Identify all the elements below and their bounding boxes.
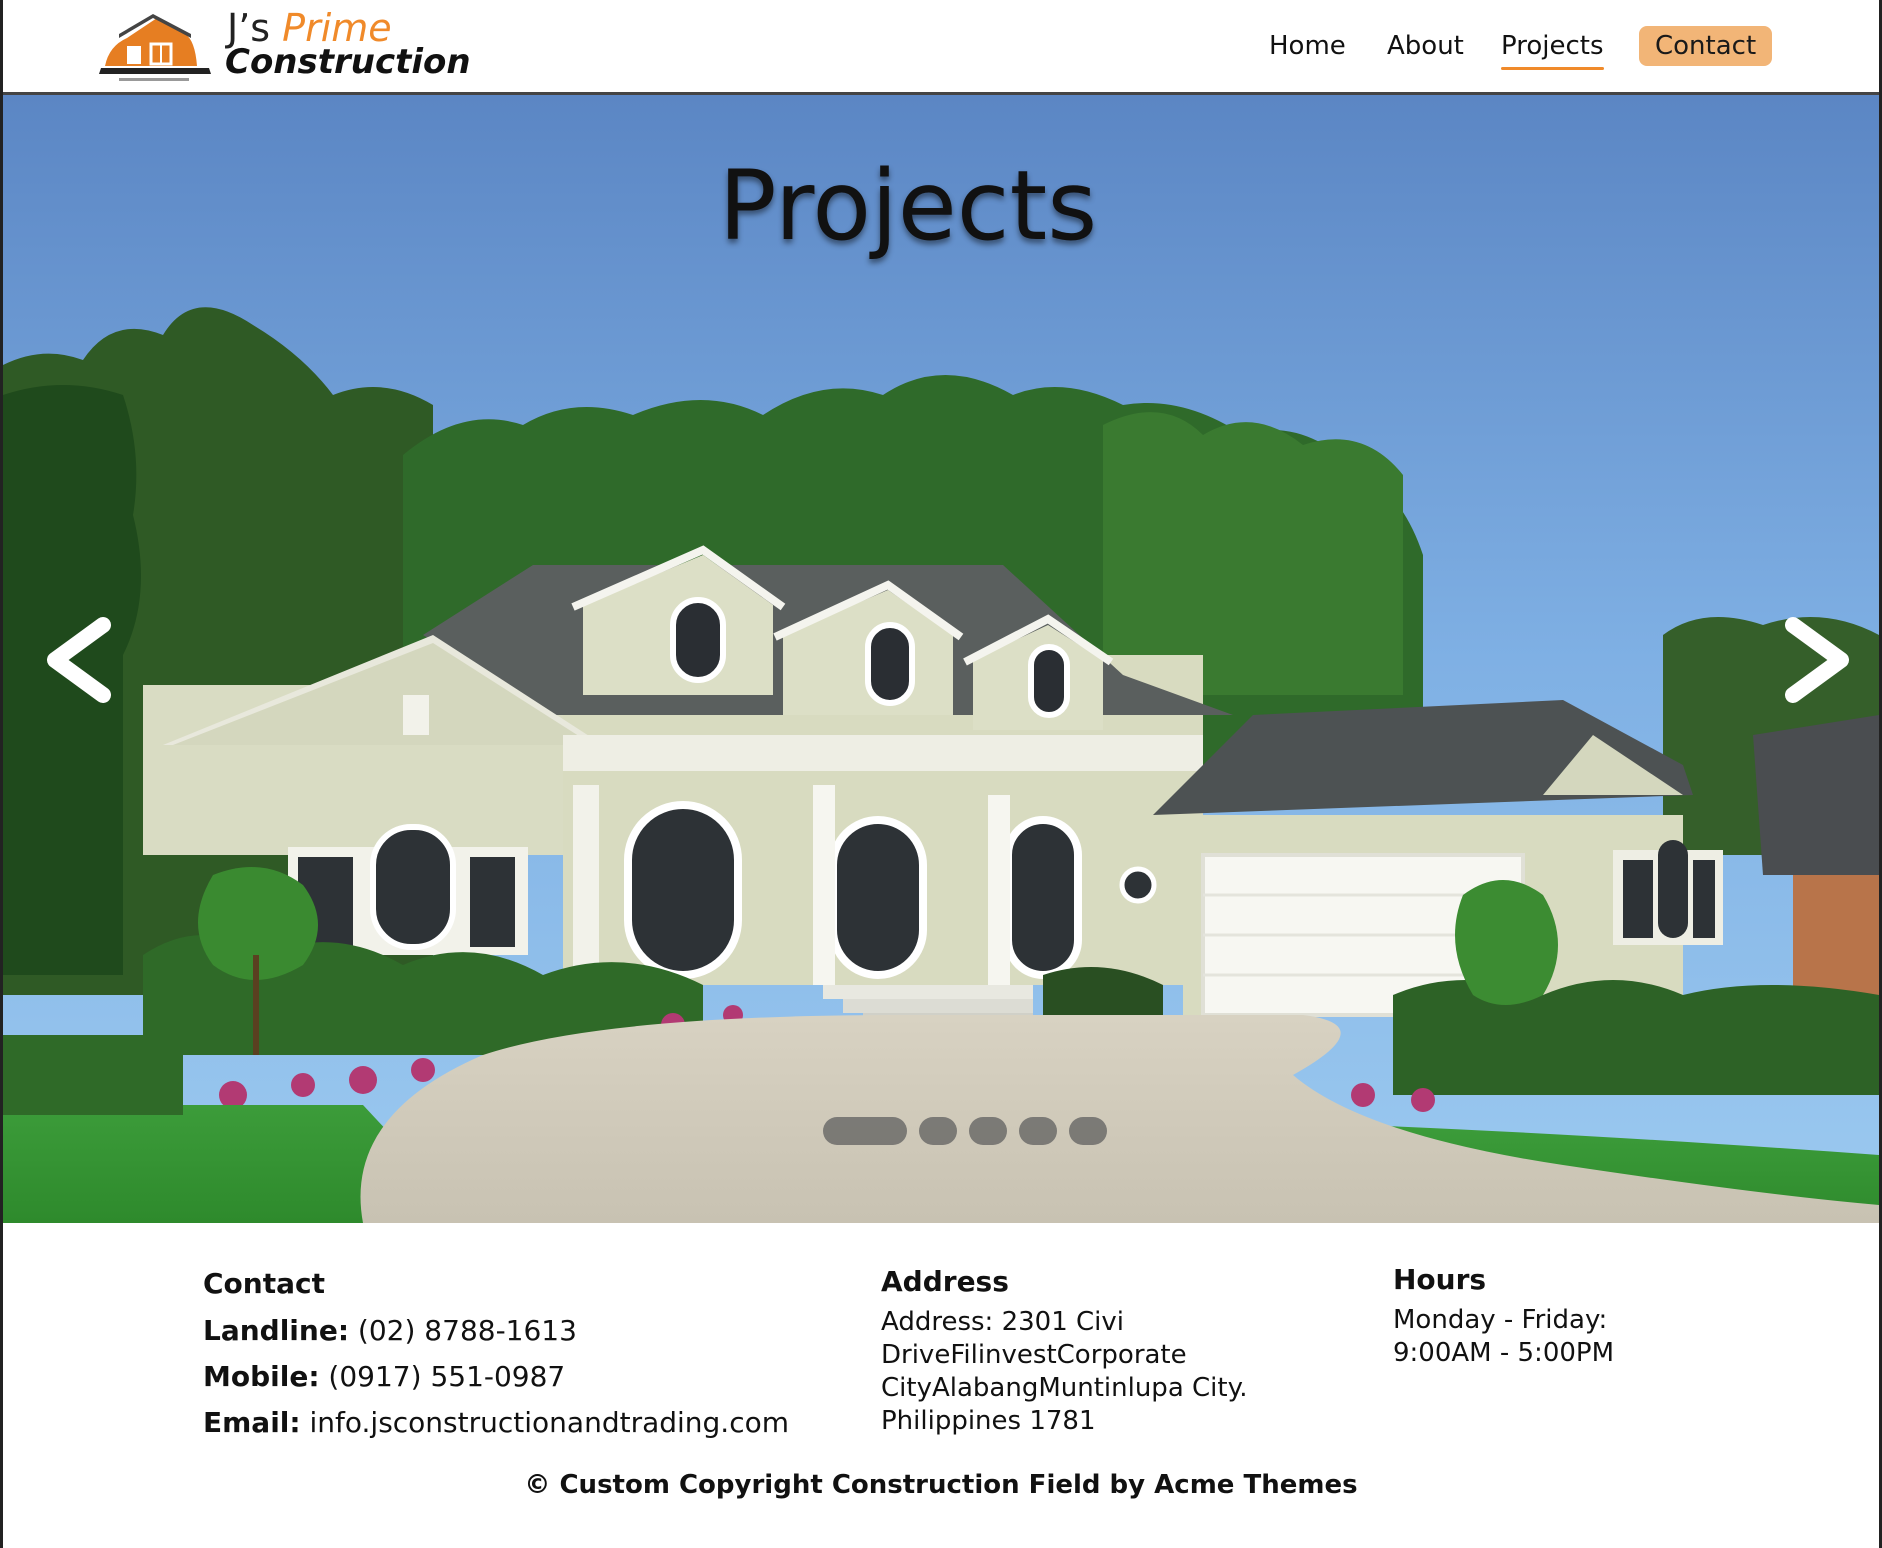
page-title: Projects bbox=[718, 150, 1098, 262]
hours-line-2: 9:00AM - 5:00PM bbox=[1393, 1338, 1615, 1368]
chevron-right-icon bbox=[1785, 617, 1849, 703]
nav-about[interactable]: About bbox=[1387, 26, 1464, 70]
email: Email: info.jsconstructionandtrading.com bbox=[203, 1400, 789, 1446]
house-photo bbox=[3, 95, 1879, 1223]
address-line-2: DriveFilinvestCorporate bbox=[881, 1340, 1187, 1370]
slider-prev-button[interactable] bbox=[33, 615, 123, 705]
landline: Landline: (02) 8788-1613 bbox=[203, 1308, 789, 1354]
hero-slider: Projects bbox=[3, 95, 1879, 1223]
address-line-3: CityAlabangMuntinlupa City. bbox=[881, 1373, 1248, 1403]
address-line-4: Philippines 1781 bbox=[881, 1406, 1096, 1436]
slider-dot-3[interactable] bbox=[969, 1117, 1007, 1145]
contact-heading: Contact bbox=[203, 1267, 325, 1300]
hours-line-1: Monday - Friday: bbox=[1393, 1305, 1608, 1335]
copyright-text: © Custom Copyright Construction Field by… bbox=[524, 1470, 1358, 1500]
footer-address: Address Address: 2301 Civi DriveFilinves… bbox=[881, 1264, 1248, 1438]
slider-dot-1[interactable] bbox=[823, 1117, 907, 1145]
nav-projects[interactable]: Projects bbox=[1501, 26, 1604, 70]
footer-hours: Hours Monday - Friday: 9:00AM - 5:00PM bbox=[1393, 1262, 1614, 1370]
landline-value[interactable]: (02) 8788-1613 bbox=[349, 1314, 577, 1347]
page: J’s Prime Construction Home About Projec… bbox=[0, 0, 1882, 1548]
site-footer: Contact Landline: (02) 8788-1613 Mobile:… bbox=[3, 1226, 1879, 1548]
slider-dot-5[interactable] bbox=[1069, 1117, 1107, 1145]
hours-heading: Hours bbox=[1393, 1263, 1487, 1296]
main-nav: Home About Projects Contact bbox=[3, 26, 1879, 70]
footer-contact: Contact Landline: (02) 8788-1613 Mobile:… bbox=[203, 1266, 789, 1446]
nav-contact-button[interactable]: Contact bbox=[1639, 26, 1773, 66]
mobile: Mobile: (0917) 551-0987 bbox=[203, 1354, 789, 1400]
slider-dot-4[interactable] bbox=[1019, 1117, 1057, 1145]
email-label: Email: bbox=[203, 1406, 301, 1439]
landline-label: Landline: bbox=[203, 1314, 350, 1347]
mobile-value[interactable]: (0917) 551-0987 bbox=[320, 1360, 565, 1393]
chevron-left-icon bbox=[47, 617, 111, 703]
mobile-label: Mobile: bbox=[203, 1360, 320, 1393]
address-line-1: Address: 2301 Civi bbox=[881, 1307, 1124, 1337]
email-value[interactable]: info.jsconstructionandtrading.com bbox=[301, 1406, 789, 1439]
site-header: J’s Prime Construction Home About Projec… bbox=[3, 0, 1879, 95]
slider-dot-2[interactable] bbox=[919, 1117, 957, 1145]
slider-next-button[interactable] bbox=[1773, 615, 1863, 705]
nav-home[interactable]: Home bbox=[1269, 26, 1346, 70]
address-heading: Address bbox=[881, 1265, 1009, 1298]
